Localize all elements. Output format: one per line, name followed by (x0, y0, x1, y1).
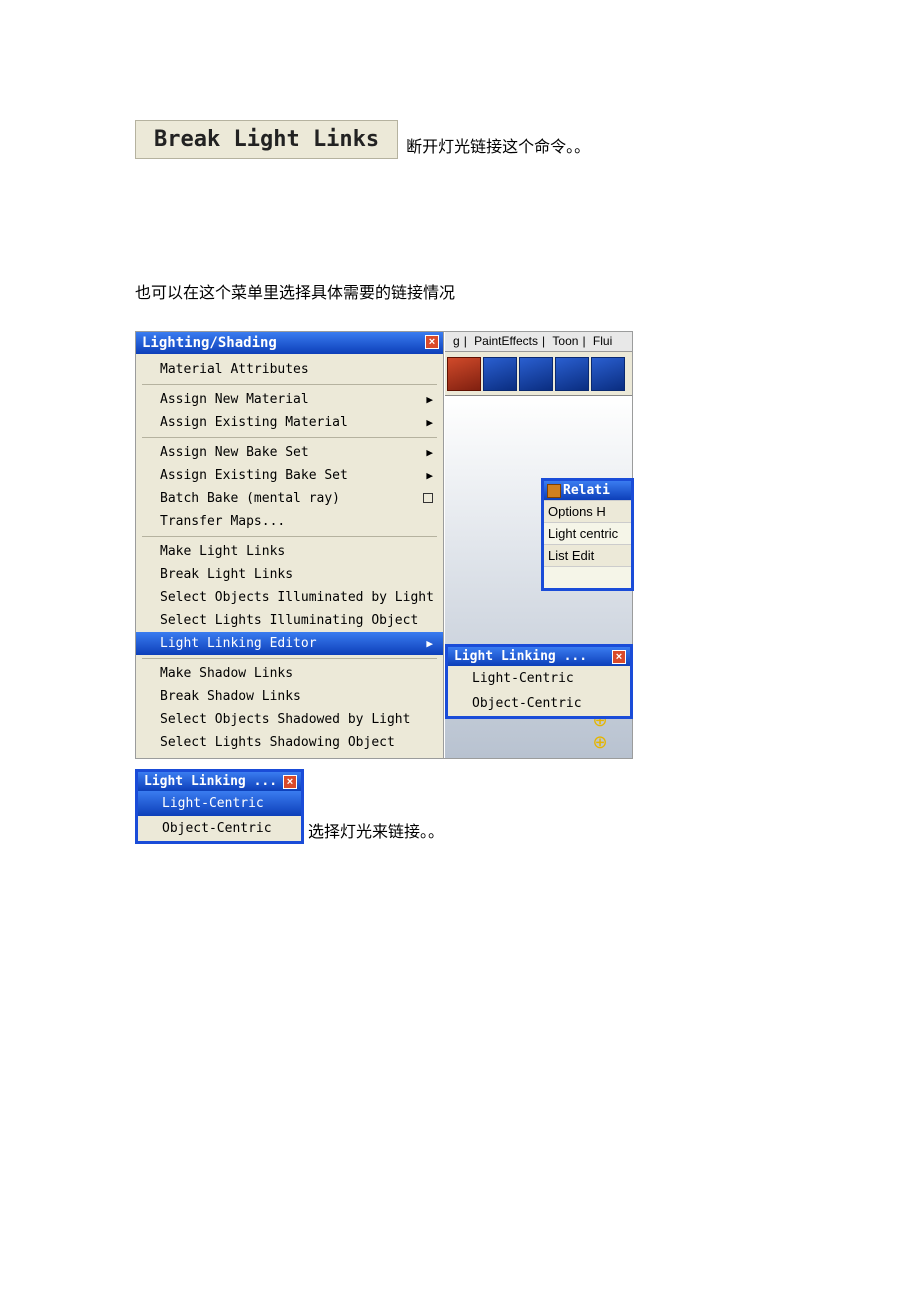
submenu-item-object-centric[interactable]: Object-Centric (448, 691, 630, 716)
panel-menu-row[interactable]: Options H (544, 500, 631, 522)
shelf-tab[interactable]: Flui (593, 334, 612, 348)
menu-separator (142, 384, 437, 385)
shelf-tab[interactable]: Toon (552, 334, 578, 348)
panel-menu-row[interactable]: List Edit (544, 544, 631, 566)
options-box-icon[interactable] (423, 493, 433, 503)
bottom-caption: 选择灯光来链接。。 (308, 818, 444, 842)
chevron-right-icon: ▶ (426, 446, 433, 459)
chevron-right-icon: ▶ (426, 637, 433, 650)
chevron-right-icon: ▶ (426, 416, 433, 429)
shelf-icon[interactable] (519, 357, 553, 391)
menu-item-batch-bake[interactable]: Batch Bake (mental ray) (136, 487, 443, 510)
menu-separator (142, 658, 437, 659)
menu-item-select-objects-by-light[interactable]: Select Objects Illuminated by Light (136, 586, 443, 609)
menu-item-label: Assign Existing Material (160, 415, 348, 430)
menu-separator (142, 437, 437, 438)
lighting-shading-menu: Lighting/Shading × Material Attributes A… (136, 332, 444, 758)
close-icon[interactable]: × (425, 335, 439, 349)
close-icon[interactable]: × (612, 650, 626, 664)
menu-title-bar: Lighting/Shading × (136, 332, 443, 354)
menu-item-break-shadow-links[interactable]: Break Shadow Links (136, 685, 443, 708)
menu-body: Material Attributes Assign New Material … (136, 354, 443, 758)
light-linking-submenu: Light Linking ... × Light-Centric Object… (445, 644, 633, 719)
menu-item-break-light-links[interactable]: Break Light Links (136, 563, 443, 586)
menu-item-label: Select Objects Illuminated by Light (160, 590, 434, 605)
submenu-title-text: Light Linking ... (454, 649, 587, 664)
submenu-body: Light-Centric Object-Centric (448, 666, 630, 716)
shelf-icon[interactable] (447, 357, 481, 391)
menu-item-assign-existing-bake-set[interactable]: Assign Existing Bake Set ▶ (136, 464, 443, 487)
menu-item-assign-new-bake-set[interactable]: Assign New Bake Set ▶ (136, 441, 443, 464)
submenu-item-label: Light-Centric (162, 796, 264, 811)
menu-item-label: Break Light Links (160, 567, 293, 582)
menu-item-label: Light Linking Editor (160, 636, 317, 651)
light-linking-small-screenshot: Light Linking ... × Light-Centric Object… (135, 769, 304, 844)
break-light-links-button: Break Light Links (135, 120, 398, 159)
shelf-icon[interactable] (591, 357, 625, 391)
shelf-tab[interactable]: PaintEffects (474, 334, 538, 348)
menu-item-light-linking-editor[interactable]: Light Linking Editor ▶ (136, 632, 443, 655)
submenu-title-bar: Light Linking ... × (448, 647, 630, 666)
menu-item-select-objects-shadowed[interactable]: Select Objects Shadowed by Light (136, 708, 443, 731)
chevron-right-icon: ▶ (426, 469, 433, 482)
menu-item-label: Select Lights Shadowing Object (160, 735, 395, 750)
menu-item-label: Select Objects Shadowed by Light (160, 712, 410, 727)
relationship-editor-panel: Relati Options H Light centric List Edit (541, 478, 634, 591)
submenu-item-label: Light-Centric (472, 671, 574, 686)
menu-item-label: Make Shadow Links (160, 666, 293, 681)
menu-item-make-light-links[interactable]: Make Light Links (136, 540, 443, 563)
shelf-icon[interactable] (483, 357, 517, 391)
submenu-title-text: Light Linking ... (144, 774, 277, 789)
menu-item-assign-existing-material[interactable]: Assign Existing Material ▶ (136, 411, 443, 434)
break-light-links-label: Break Light Links (154, 127, 379, 152)
menu-item-label: Assign Existing Bake Set (160, 468, 348, 483)
panel-mode-row: Light centric (544, 522, 631, 544)
panel-toolbar-row (544, 566, 631, 588)
submenu-item-label: Object-Centric (162, 821, 272, 836)
manipulator-icon: ⊕ (590, 732, 610, 752)
lighting-shading-screenshot: Lighting/Shading × Material Attributes A… (135, 331, 633, 759)
panel-row-text: Options H (548, 504, 606, 519)
shelf-icon[interactable] (555, 357, 589, 391)
panel-row-text: Light centric (548, 526, 618, 541)
submenu-item-label: Object-Centric (472, 696, 582, 711)
menu-item-select-lights-illuminating-object[interactable]: Select Lights Illuminating Object (136, 609, 443, 632)
menu-item-label: Batch Bake (mental ray) (160, 491, 340, 506)
shelf-toolbar (445, 352, 632, 396)
menu-title-text: Lighting/Shading (142, 335, 277, 351)
break-light-links-caption: 断开灯光链接这个命令。。 (406, 133, 590, 157)
menu-item-label: Make Light Links (160, 544, 285, 559)
menu-item-label: Assign New Material (160, 392, 309, 407)
menu-item-label: Transfer Maps... (160, 514, 285, 529)
menu-item-transfer-maps[interactable]: Transfer Maps... (136, 510, 443, 533)
chevron-right-icon: ▶ (426, 393, 433, 406)
menu-item-label: Break Shadow Links (160, 689, 301, 704)
menu-item-label: Assign New Bake Set (160, 445, 309, 460)
close-icon[interactable]: × (283, 775, 297, 789)
shelf-tabs: g| PaintEffects| Toon| Flui (445, 332, 632, 352)
submenu-item-object-centric[interactable]: Object-Centric (138, 816, 301, 841)
submenu-title-bar: Light Linking ... × (138, 772, 301, 791)
menu-item-make-shadow-links[interactable]: Make Shadow Links (136, 662, 443, 685)
menu-item-label: Select Lights Illuminating Object (160, 613, 418, 628)
relationship-editor-title: Relati (544, 481, 631, 500)
section-note: 也可以在这个菜单里选择具体需要的链接情况 (135, 279, 785, 303)
menu-separator (142, 536, 437, 537)
submenu-item-light-centric[interactable]: Light-Centric (138, 791, 301, 816)
panel-row-text: List Edit (548, 548, 594, 563)
panel-title-text: Relati (563, 483, 610, 498)
menu-item-select-lights-shadowing[interactable]: Select Lights Shadowing Object (136, 731, 443, 754)
shelf-tab[interactable]: g (453, 334, 460, 348)
submenu-body: Light-Centric Object-Centric (138, 791, 301, 841)
app-icon (547, 484, 561, 498)
menu-item-label: Material Attributes (160, 362, 309, 377)
menu-item-assign-new-material[interactable]: Assign New Material ▶ (136, 388, 443, 411)
menu-item-material-attributes[interactable]: Material Attributes (136, 358, 443, 381)
submenu-item-light-centric[interactable]: Light-Centric (448, 666, 630, 691)
